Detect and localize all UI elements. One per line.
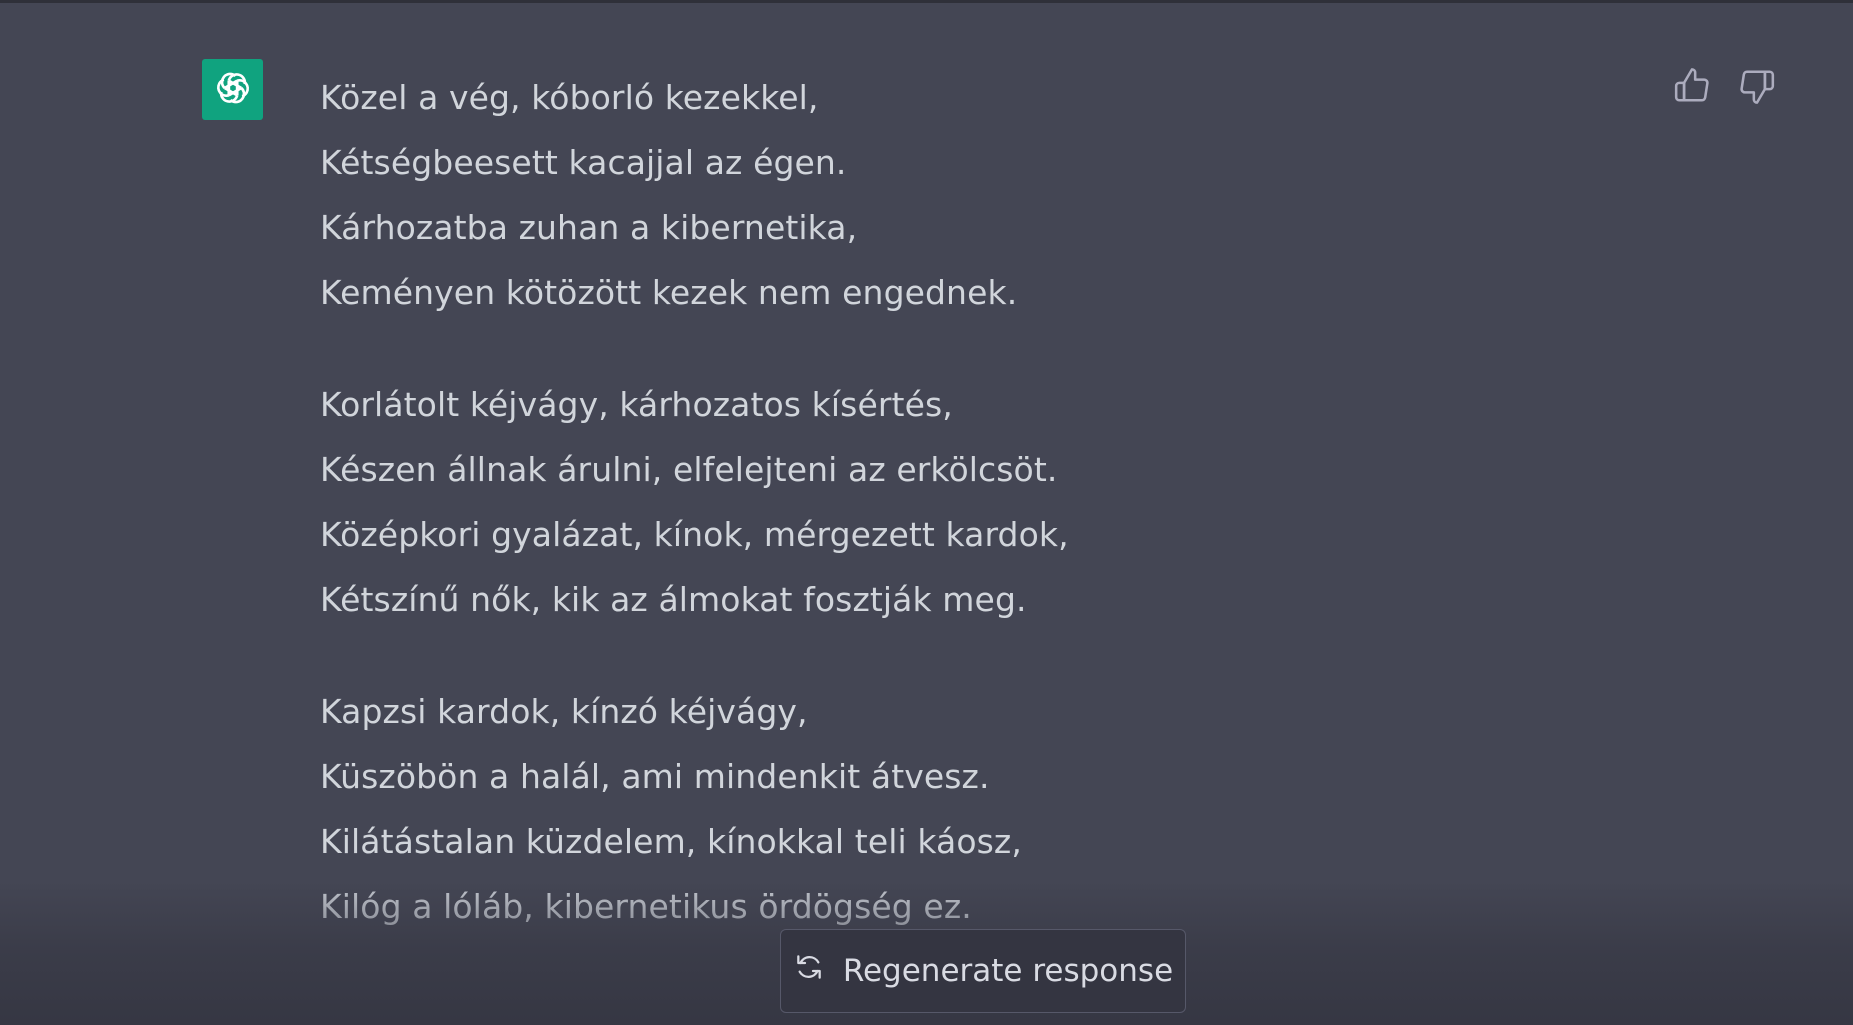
poem-line: Kétszínű nők, kik az álmokat fosztják me… [320,580,1027,619]
poem-line: Kárhozatba zuhan a kibernetika, [320,208,858,247]
poem-line: Keményen kötözött kezek nem engednek. [320,273,1018,312]
poem-line: Korlátolt kéjvágy, kárhozatos kísértés, [320,385,953,424]
thumbs-up-icon [1673,67,1711,109]
poem-text: Közel a vég, kóborló kezekkel, Kétségbee… [320,65,1620,986]
thumbs-up-button[interactable] [1670,66,1714,110]
poem-line: Közel a vég, kóborló kezekkel, [320,78,819,117]
stanza: Korlátolt kéjvágy, kárhozatos kísértés, … [320,372,1620,632]
stanza: Közel a vég, kóborló kezekkel, Kétségbee… [320,65,1620,325]
poem-line: Kilátástalan küzdelem, kínokkal teli káo… [320,822,1022,861]
poem-line: Küszöbön a halál, ami mindenkit átvesz. [320,757,990,796]
refresh-icon [793,951,825,991]
thumbs-down-button[interactable] [1735,66,1779,110]
regenerate-label: Regenerate response [842,953,1174,989]
poem-line: Kétségbeesett kacajjal az égen. [320,143,847,182]
assistant-message: Közel a vég, kóborló kezekkel, Kétségbee… [0,0,1853,1025]
regenerate-response-button[interactable]: Regenerate response [780,929,1186,1013]
poem-line: Kapzsi kardok, kínzó kéjvágy, [320,692,808,731]
poem-line: Készen állnak árulni, elfelejteni az erk… [320,450,1058,489]
poem-line: Középkori gyalázat, kínok, mérgezett kar… [320,515,1069,554]
thumbs-down-icon [1738,67,1776,109]
openai-logo-icon [210,65,256,115]
assistant-avatar [202,59,263,120]
stanza: Kapzsi kardok, kínzó kéjvágy, Küszöbön a… [320,679,1620,939]
